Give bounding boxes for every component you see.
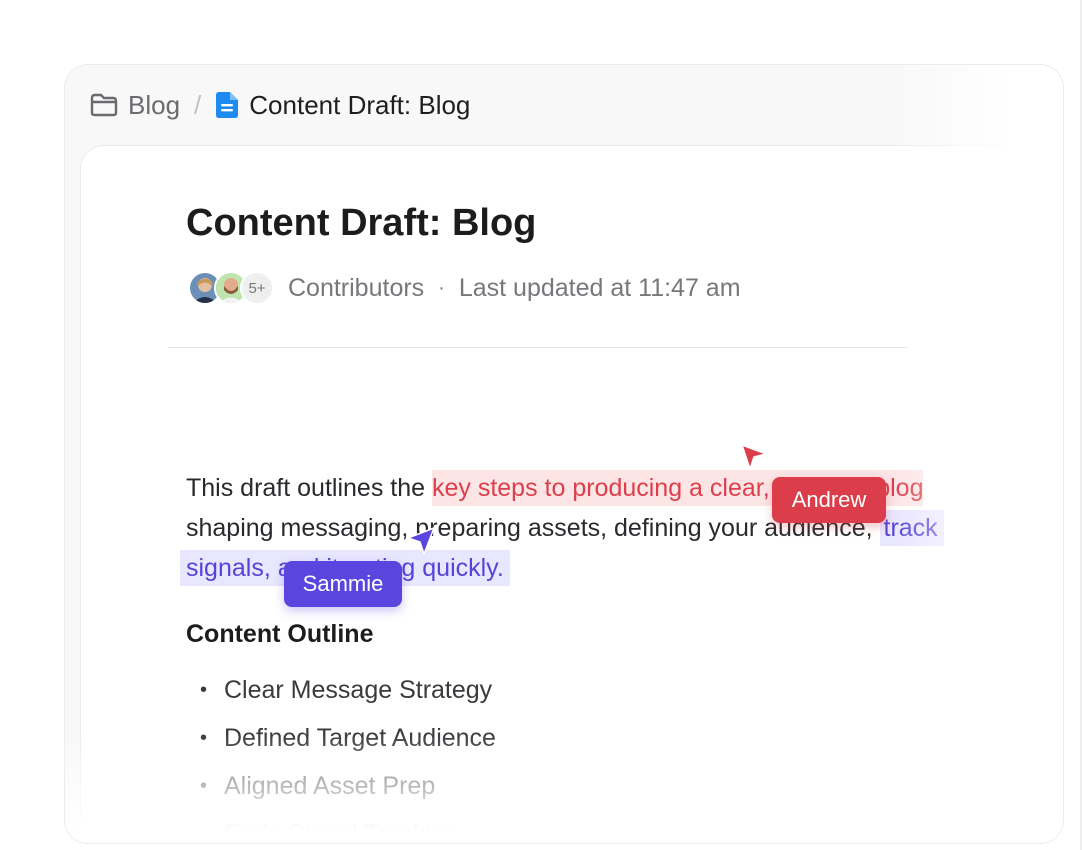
list-item[interactable]: • Early Signal Tracking bbox=[186, 810, 496, 844]
collaborator-tag-andrew: Andrew bbox=[772, 477, 886, 523]
document-title[interactable]: Content Draft: Blog bbox=[186, 202, 536, 245]
outline-heading[interactable]: Content Outline bbox=[186, 620, 373, 649]
list-item-text: Aligned Asset Prep bbox=[224, 771, 436, 800]
list-item-text: Defined Target Audience bbox=[224, 723, 496, 752]
more-contributors-badge[interactable]: 5+ bbox=[240, 271, 274, 305]
bullet: • bbox=[200, 726, 208, 749]
document-icon bbox=[216, 92, 239, 118]
breadcrumb-separator: / bbox=[194, 89, 202, 120]
document-window: Blog / Content Draft: Blog Content Draft… bbox=[64, 64, 1064, 844]
list-item[interactable]: • Defined Target Audience bbox=[186, 714, 496, 762]
header-divider bbox=[168, 347, 908, 348]
bullet: • bbox=[200, 774, 208, 797]
contributors-label[interactable]: Contributors bbox=[288, 274, 424, 303]
folder-icon[interactable] bbox=[90, 93, 118, 117]
list-item[interactable]: • Clear Message Strategy bbox=[186, 666, 496, 714]
bullet: • bbox=[200, 822, 208, 844]
outline-list: • Clear Message Strategy • Defined Target … bbox=[186, 666, 496, 844]
cursor-pointer-icon bbox=[741, 444, 767, 470]
breadcrumb-current[interactable]: Content Draft: Blog bbox=[249, 90, 470, 121]
meta-separator: · bbox=[438, 276, 445, 299]
document-card: Content Draft: Blog 5+ Contributors · La… bbox=[80, 145, 1063, 844]
list-item-text: Early Signal Tracking bbox=[224, 819, 459, 844]
last-updated: Last updated at 11:47 am bbox=[458, 273, 741, 302]
contributor-avatars[interactable]: 5+ bbox=[188, 271, 274, 305]
paragraph-text: This draft outlines the bbox=[186, 474, 432, 502]
collaborator-tag-sammie: Sammie bbox=[284, 561, 402, 607]
bullet: • bbox=[200, 678, 208, 701]
cursor-pointer-icon bbox=[407, 527, 435, 555]
breadcrumb: Blog / Content Draft: Blog bbox=[90, 89, 470, 121]
breadcrumb-parent[interactable]: Blog bbox=[128, 90, 180, 121]
highlight-sammie[interactable]: track bbox=[879, 510, 944, 546]
document-meta: 5+ Contributors · Last updated at 11:47 … bbox=[188, 270, 741, 306]
list-item[interactable]: • Aligned Asset Prep bbox=[186, 762, 496, 810]
list-item-text: Clear Message Strategy bbox=[224, 675, 493, 704]
